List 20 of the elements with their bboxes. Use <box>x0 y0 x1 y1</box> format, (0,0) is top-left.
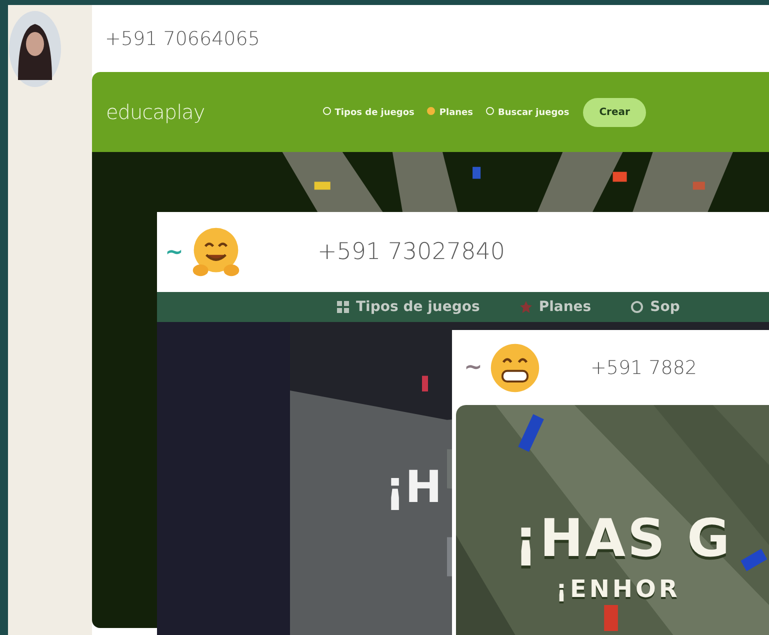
phone-number: +591 7882 <box>590 356 698 378</box>
tilde-mark: ~ <box>165 240 184 264</box>
nav-link[interactable]: Tipos de juegos <box>322 106 414 118</box>
phone-number: +591 70664065 <box>105 28 260 50</box>
help-icon <box>631 301 644 313</box>
nav-link[interactable]: Planes <box>427 106 474 118</box>
avatar-icon <box>8 10 62 88</box>
win-headline: ¡HAS G <box>514 509 732 569</box>
tilde-mark: ~ <box>464 355 482 380</box>
nav-link[interactable]: Planes <box>520 299 592 315</box>
phone-number: +591 73027840 <box>317 239 505 265</box>
grid-icon <box>337 301 349 313</box>
nav-link[interactable]: Tipos de juegos <box>337 299 480 315</box>
win-subheadline: ¡ENHOR <box>556 575 680 603</box>
site-logo: educaplay <box>106 100 205 124</box>
win-headline: ¡H <box>385 462 442 513</box>
nav-link[interactable]: Sop <box>631 299 680 315</box>
star-icon <box>520 301 532 313</box>
nav-link[interactable]: Buscar juegos <box>486 106 570 118</box>
create-button[interactable]: Crear <box>583 98 646 126</box>
